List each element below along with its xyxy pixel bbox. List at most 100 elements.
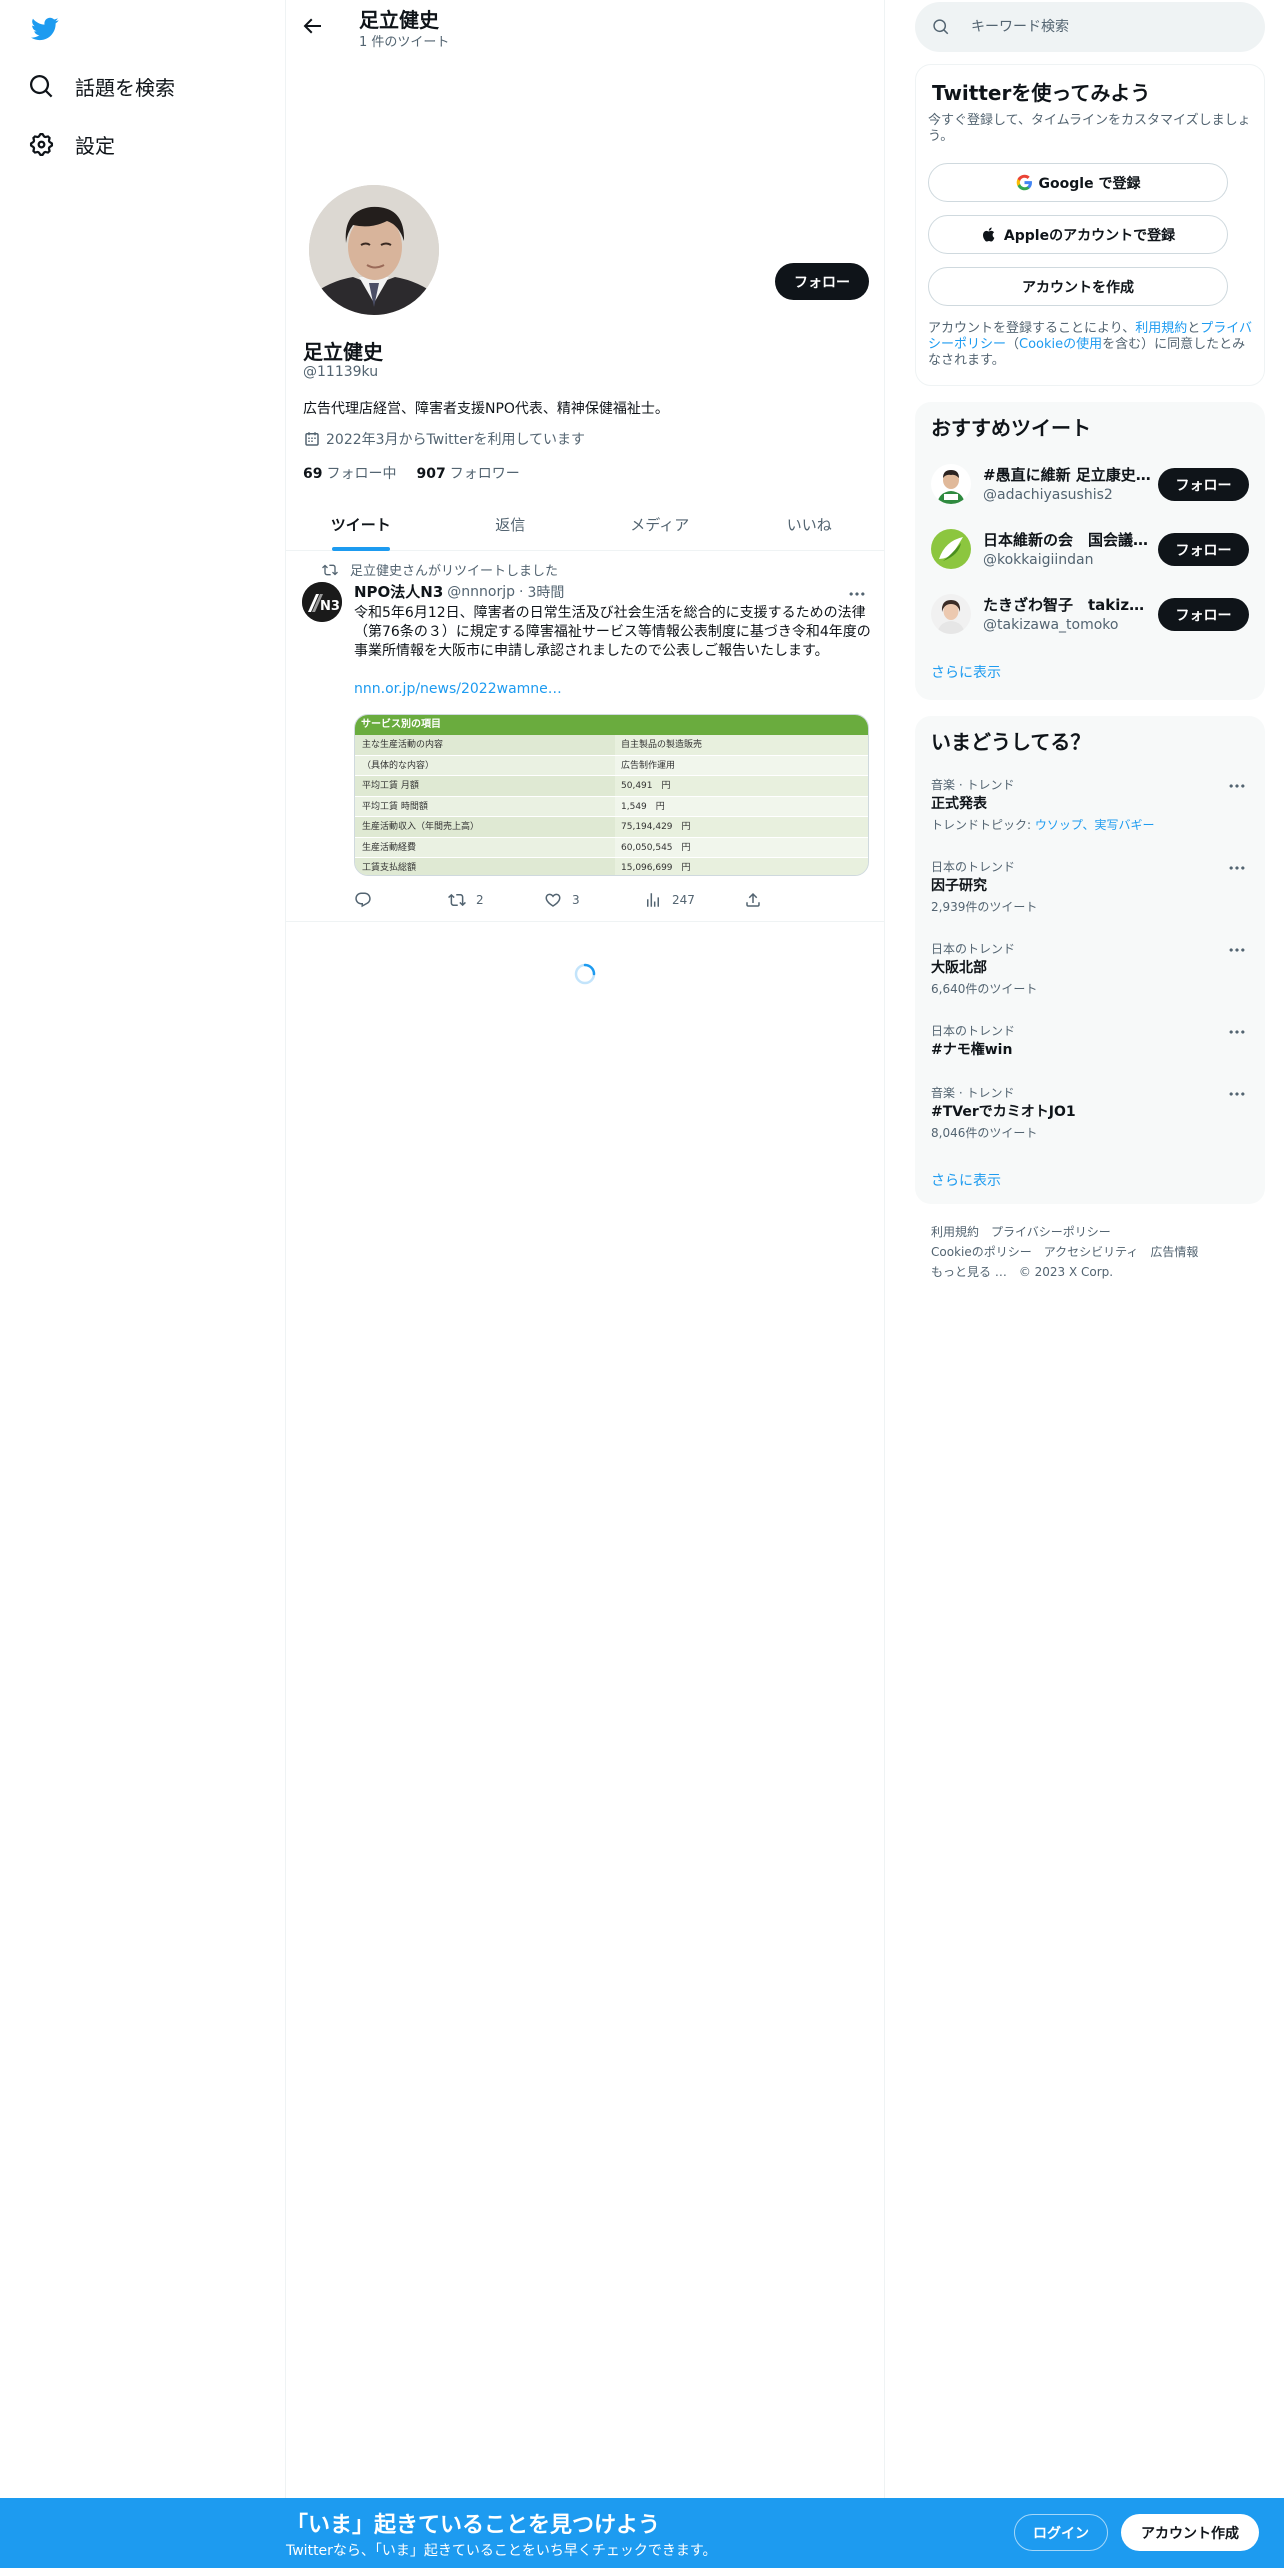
follow-button[interactable]: フォロー — [775, 263, 869, 300]
recommended-name[interactable]: たきざわ智子 takiza… — [983, 594, 1153, 615]
search-input[interactable] — [971, 14, 1241, 40]
tweet-separator: · — [519, 583, 524, 600]
like-button[interactable]: 3 — [544, 888, 580, 912]
recommended-follow-button[interactable]: フォロー — [1158, 468, 1249, 501]
trend-item[interactable]: 音楽 · トレンド 正式発表 トレンドトピック: ウソップ、実写バギー — [915, 776, 1265, 856]
tweet-author-avatar[interactable]: N3 — [302, 582, 342, 622]
search-box[interactable] — [915, 2, 1265, 52]
recommended-show-more[interactable]: さらに表示 — [931, 662, 1001, 682]
more-icon[interactable] — [1227, 940, 1247, 960]
tweet-time[interactable]: 3時間 — [527, 582, 564, 602]
more-icon[interactable] — [1227, 776, 1247, 796]
retweet-icon — [448, 893, 466, 907]
recommended-avatar[interactable] — [931, 594, 971, 634]
following-count: 69 — [303, 466, 323, 482]
following-stat[interactable]: 69 フォロー中 — [303, 463, 396, 483]
tweet[interactable]: 足立健史さんがリツイートしました N3 NPO法人N3 @nnnorjp · 3… — [286, 552, 884, 922]
recommended-title: おすすめツイート — [931, 416, 1091, 440]
create-account-button[interactable]: アカウントを作成 — [928, 267, 1228, 306]
more-icon[interactable] — [847, 584, 867, 604]
login-button[interactable]: ログイン — [1014, 2514, 1108, 2551]
recommended-follow-button[interactable]: フォロー — [1158, 533, 1249, 566]
tweet-author-name[interactable]: NPO法人N3 — [354, 581, 443, 602]
trend-name: 大阪北部 — [931, 960, 987, 976]
trend-item[interactable]: 音楽 · トレンド #TVerでカミオトJO1 8,046件のツイート — [915, 1084, 1265, 1164]
tweet-author-handle[interactable]: @nnnorjp — [447, 584, 515, 600]
signup-subtitle: 今すぐ登録して、タイムラインをカスタマイズしましょう。 — [928, 113, 1251, 144]
reply-button[interactable] — [354, 888, 382, 912]
card-value: 60,050,545 円 — [615, 837, 868, 857]
recommended-avatar[interactable] — [931, 464, 971, 504]
card-row: 工賃支払総額 15,096,699 円 — [355, 858, 868, 875]
trends-panel: いまどうしてる？ 音楽 · トレンド 正式発表 トレンドトピック: ウソップ、実… — [915, 716, 1265, 1204]
profile-header: 足立健史 1 件のツイート — [286, 0, 884, 52]
tab-media[interactable]: メディア — [585, 498, 735, 550]
nav-explore[interactable]: 話題を検索 — [28, 66, 175, 106]
card-value: 75,194,429 円 — [615, 817, 868, 837]
trend-meta: 2,939件のツイート — [931, 900, 1038, 914]
joined-text: 2022年3月からTwitterを利用しています — [326, 432, 586, 448]
back-arrow-icon[interactable] — [300, 14, 324, 38]
views-chart-icon — [647, 893, 659, 907]
apple-signup-button[interactable]: Appleのアカウントで登録 — [928, 215, 1228, 254]
footer-cookie[interactable]: Cookieのポリシー — [931, 1245, 1032, 1259]
trend-meta: トレンドトピック: ウソップ、実写バギー — [931, 816, 1155, 833]
card-value: 50,491 円 — [615, 776, 868, 796]
recommended-item[interactable]: #愚直に維新 足立康史… @adachiyasushis2 フォロー — [915, 452, 1265, 517]
card-row: 平均工賃 月額 50,491 円 — [355, 776, 868, 797]
signup-button[interactable]: アカウント作成 — [1121, 2514, 1259, 2551]
google-icon — [1016, 174, 1032, 191]
google-signup-button[interactable]: Google で登録 — [928, 163, 1228, 202]
followers-stat[interactable]: 907 フォロワー — [416, 463, 519, 483]
tab-replies[interactable]: 返信 — [436, 498, 586, 550]
trend-item[interactable]: 日本のトレンド 因子研究 2,939件のツイート — [915, 858, 1265, 938]
trend-context: 日本のトレンド — [931, 860, 1016, 874]
trend-meta-prefix: トレンドトピック: — [931, 818, 1035, 832]
create-account-label: アカウントを作成 — [1022, 279, 1134, 296]
trend-item[interactable]: 日本のトレンド 大阪北部 6,640件のツイート — [915, 940, 1265, 1020]
recommended-item[interactable]: 日本維新の会 国会議… @kokkaigiindan フォロー — [915, 517, 1265, 582]
retweet-button[interactable]: 2 — [448, 888, 484, 912]
cookie-link[interactable]: Cookieの使用 — [1019, 337, 1102, 352]
terms-text: （ — [1006, 337, 1020, 352]
trend-context: 日本のトレンド — [931, 1024, 1016, 1038]
profile-bio: 広告代理店経営、障害者支援NPO代表、精神保健福祉士。 — [303, 401, 669, 417]
tweet-actions: 2 3 247 — [354, 888, 869, 912]
nav-settings-label: 設定 — [75, 133, 115, 158]
profile-avatar[interactable] — [306, 182, 442, 318]
recommended-name[interactable]: #愚直に維新 足立康史… — [983, 464, 1153, 485]
search-icon — [933, 19, 949, 35]
trends-show-more[interactable]: さらに表示 — [931, 1170, 1001, 1190]
footer-privacy[interactable]: プライバシーポリシー — [991, 1225, 1111, 1239]
twitter-logo-icon[interactable] — [29, 15, 61, 43]
terms-link[interactable]: 利用規約 — [1135, 321, 1187, 336]
more-icon[interactable] — [1227, 1022, 1247, 1042]
more-icon[interactable] — [1227, 858, 1247, 878]
card-label: 工賃支払総額 — [355, 858, 615, 875]
footer-terms[interactable]: 利用規約 — [931, 1225, 979, 1239]
loading-spinner-icon — [574, 963, 596, 985]
avatar-photo — [309, 185, 439, 315]
footer-more[interactable]: もっと見る … — [931, 1265, 1007, 1279]
footer-accessibility[interactable]: アクセシビリティ — [1044, 1245, 1139, 1259]
views-button[interactable]: 247 — [644, 888, 695, 912]
recommended-avatar[interactable] — [931, 529, 971, 569]
nav-settings[interactable]: 設定 — [28, 124, 115, 164]
views-count: 247 — [672, 893, 695, 907]
more-icon[interactable] — [1227, 1084, 1247, 1104]
tab-likes[interactable]: いいね — [735, 498, 885, 550]
recommended-item[interactable]: たきざわ智子 takiza… @takizawa_tomoko フォロー — [915, 582, 1265, 647]
trend-topic-links[interactable]: ウソップ、実写バギー — [1035, 818, 1155, 832]
card-label: 生産活動収入（年間売上高） — [355, 817, 615, 837]
recommended-follow-button[interactable]: フォロー — [1158, 598, 1249, 631]
tweet-link-card[interactable]: サービス別の項目 主な生産活動の内容 自主製品の製造販売 （具体的な内容） 広告制作… — [354, 714, 869, 876]
recommended-handle: @adachiyasushis2 — [983, 487, 1113, 503]
tab-tweets[interactable]: ツイート — [286, 498, 436, 550]
card-value: 1,549 円 — [615, 796, 868, 816]
recommended-name[interactable]: 日本維新の会 国会議… — [983, 529, 1153, 550]
card-header: サービス別の項目 — [355, 715, 868, 735]
footer-ads[interactable]: 広告情報 — [1150, 1245, 1198, 1259]
share-button[interactable] — [744, 888, 772, 912]
tweet-link[interactable]: nnn.or.jp/news/2022wamne… — [354, 681, 562, 697]
banner-subtitle: Twitterなら、「いま」起きていることをいち早くチェックできます。 — [286, 2543, 717, 2559]
